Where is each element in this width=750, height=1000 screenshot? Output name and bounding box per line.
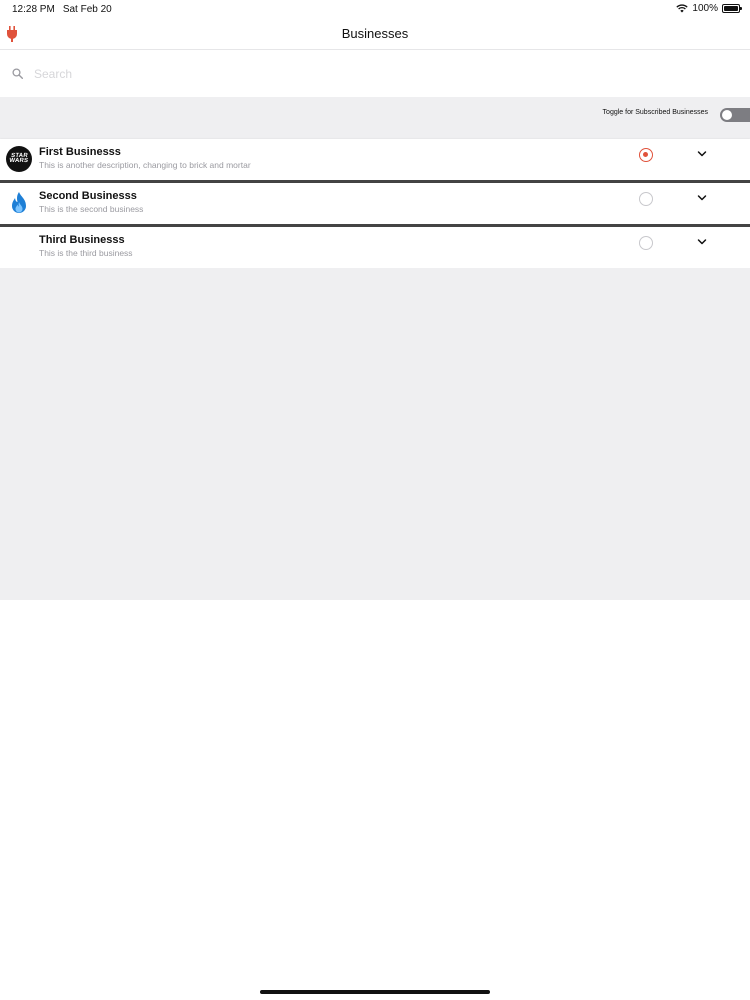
search-input[interactable] (34, 64, 714, 84)
flame-icon-graphic (12, 192, 26, 213)
business-name: First Businesss (39, 146, 121, 158)
subscribe-radio[interactable] (639, 192, 653, 206)
list-empty-area (0, 268, 750, 600)
flame-icon (6, 190, 32, 216)
business-description: This is the second business (39, 204, 144, 214)
business-row[interactable]: Second Businesss This is the second busi… (0, 183, 750, 227)
page-title: Businesses (341, 26, 409, 41)
search-bar (0, 51, 750, 97)
business-name: Second Businesss (39, 190, 137, 202)
chevron-down-icon[interactable] (697, 194, 707, 202)
business-list: STAR WARS First Businesss This is anothe… (0, 139, 750, 271)
battery-percent: 100% (692, 3, 718, 14)
business-name: Third Businesss (39, 234, 125, 246)
battery-fill (724, 6, 738, 11)
nav-bar: Businesses (0, 20, 750, 50)
toggle-knob (722, 110, 732, 120)
business-row[interactable]: STAR WARS First Businesss This is anothe… (0, 139, 750, 183)
subscribed-toggle-label: Toggle for Subscribed Businesses (602, 109, 708, 116)
subscribe-radio[interactable] (639, 148, 653, 162)
logo-text: STAR WARS (8, 153, 29, 164)
chevron-down-icon[interactable] (697, 150, 707, 158)
wifi-icon (676, 4, 689, 13)
business-description: This is the third business (39, 248, 133, 258)
status-bar: 12:28 PM Sat Feb 20 100% (0, 0, 750, 20)
status-time: 12:28 PM (12, 4, 55, 15)
star-wars-logo: STAR WARS (6, 146, 32, 172)
subscribe-radio[interactable] (639, 236, 653, 250)
business-row[interactable]: Third Businesss This is the third busine… (0, 227, 750, 271)
subscribed-toggle[interactable] (720, 108, 750, 122)
business-description: This is another description, changing to… (39, 160, 251, 170)
search-icon (12, 68, 23, 79)
filter-row: Toggle for Subscribed Businesses (0, 97, 750, 139)
home-indicator[interactable] (260, 990, 490, 994)
chevron-down-icon[interactable] (697, 238, 707, 246)
battery-icon (722, 4, 742, 13)
radio-selected-dot (643, 152, 648, 157)
status-date: Sat Feb 20 (62, 4, 112, 15)
